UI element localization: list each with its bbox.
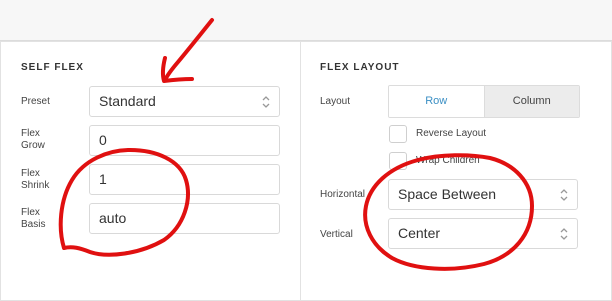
flex-grow-input[interactable]: 0 [89,125,280,156]
horizontal-label: Horizontal [320,189,366,200]
layout-label: Layout [320,96,351,107]
flex-basis-label: Flex Basis [21,207,46,230]
row-option[interactable]: Row [389,86,484,117]
flex-basis-input[interactable]: auto [89,203,280,234]
vertical-value: Center [398,225,441,241]
updown-arrows-icon [262,96,270,108]
reverse-layout-label: Reverse Layout [416,128,487,139]
top-bar [0,0,612,41]
vertical-label: Vertical [320,229,353,240]
preset-select[interactable]: Standard [89,86,280,117]
self-flex-title: SELF FLEX [21,62,84,73]
layout-toggle: Row Column [388,85,580,118]
vertical-select[interactable]: Center [388,218,578,249]
horizontal-value: Space Between [398,186,497,202]
preset-label: Preset [21,96,50,107]
self-flex-panel: SELF FLEX Preset Standard Flex Grow 0 Fle… [0,41,301,301]
updown-arrows-icon [560,228,568,240]
flex-layout-title: FLEX LAYOUT [320,62,400,73]
reverse-layout-checkbox[interactable] [389,125,407,143]
horizontal-select[interactable]: Space Between [388,179,578,210]
updown-arrows-icon [560,189,568,201]
flex-shrink-input[interactable]: 1 [89,164,280,195]
wrap-children-label: Wrap Children [416,155,480,166]
flex-layout-panel: FLEX LAYOUT Layout Row Column Reverse La… [301,41,612,301]
wrap-children-checkbox[interactable] [389,152,407,170]
column-option[interactable]: Column [483,86,579,117]
flex-grow-label: Flex Grow [21,128,45,151]
preset-value: Standard [99,93,156,109]
flex-shrink-label: Flex Shrink [21,168,50,191]
